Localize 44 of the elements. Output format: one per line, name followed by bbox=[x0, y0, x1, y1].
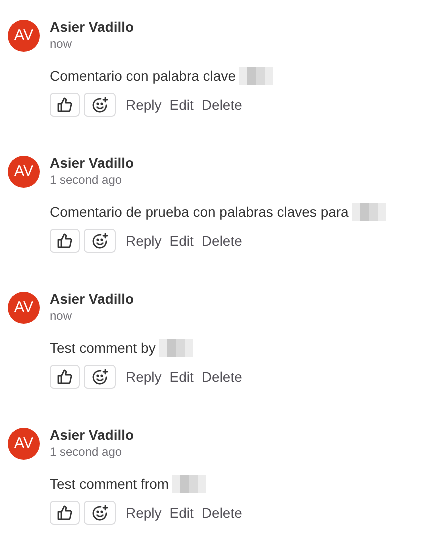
add-emoji-icon bbox=[92, 96, 108, 114]
author-name: Asier Vadillo bbox=[50, 18, 136, 36]
thumbs-up-icon bbox=[57, 97, 73, 113]
delete-link[interactable]: Delete bbox=[200, 230, 244, 252]
timestamp: 1 second ago bbox=[50, 444, 124, 460]
like-button[interactable] bbox=[50, 229, 80, 253]
author-name: Asier Vadillo bbox=[50, 154, 136, 172]
edit-link[interactable]: Edit bbox=[168, 502, 196, 524]
thumbs-up-icon bbox=[57, 369, 73, 385]
timestamp: now bbox=[50, 308, 74, 324]
add-reaction-button[interactable] bbox=[84, 93, 116, 117]
avatar: AV bbox=[8, 156, 40, 188]
like-button[interactable] bbox=[50, 365, 80, 389]
add-reaction-button[interactable] bbox=[84, 229, 116, 253]
thumbs-up-icon bbox=[57, 233, 73, 249]
avatar: AV bbox=[8, 20, 40, 52]
reply-link[interactable]: Reply bbox=[124, 502, 164, 524]
edit-link[interactable]: Edit bbox=[168, 94, 196, 116]
author-name: Asier Vadillo bbox=[50, 290, 136, 308]
thumbs-up-icon bbox=[57, 505, 73, 521]
reply-link[interactable]: Reply bbox=[124, 94, 164, 116]
comment-text: Test comment by bbox=[50, 338, 156, 358]
add-emoji-icon bbox=[92, 232, 108, 250]
comment-text: Comentario con palabra clave bbox=[50, 66, 236, 86]
add-emoji-icon bbox=[92, 368, 108, 386]
comment-text: Test comment from bbox=[50, 474, 170, 494]
avatar: AV bbox=[8, 428, 40, 460]
delete-link[interactable]: Delete bbox=[200, 94, 244, 116]
like-button[interactable] bbox=[50, 501, 80, 525]
reply-link[interactable]: Reply bbox=[124, 230, 164, 252]
reply-link[interactable]: Reply bbox=[124, 366, 164, 388]
author-name: Asier Vadillo bbox=[50, 426, 136, 444]
add-reaction-button[interactable] bbox=[84, 365, 116, 389]
timestamp: now bbox=[50, 36, 74, 52]
add-emoji-icon bbox=[92, 504, 108, 522]
avatar: AV bbox=[8, 292, 40, 324]
edit-link[interactable]: Edit bbox=[168, 230, 196, 252]
delete-link[interactable]: Delete bbox=[200, 502, 244, 524]
delete-link[interactable]: Delete bbox=[200, 366, 244, 388]
comment-text: Comentario de prueba con palabras claves para bbox=[50, 202, 349, 222]
timestamp: 1 second ago bbox=[50, 172, 124, 188]
add-reaction-button[interactable] bbox=[84, 501, 116, 525]
edit-link[interactable]: Edit bbox=[168, 366, 196, 388]
like-button[interactable] bbox=[50, 93, 80, 117]
